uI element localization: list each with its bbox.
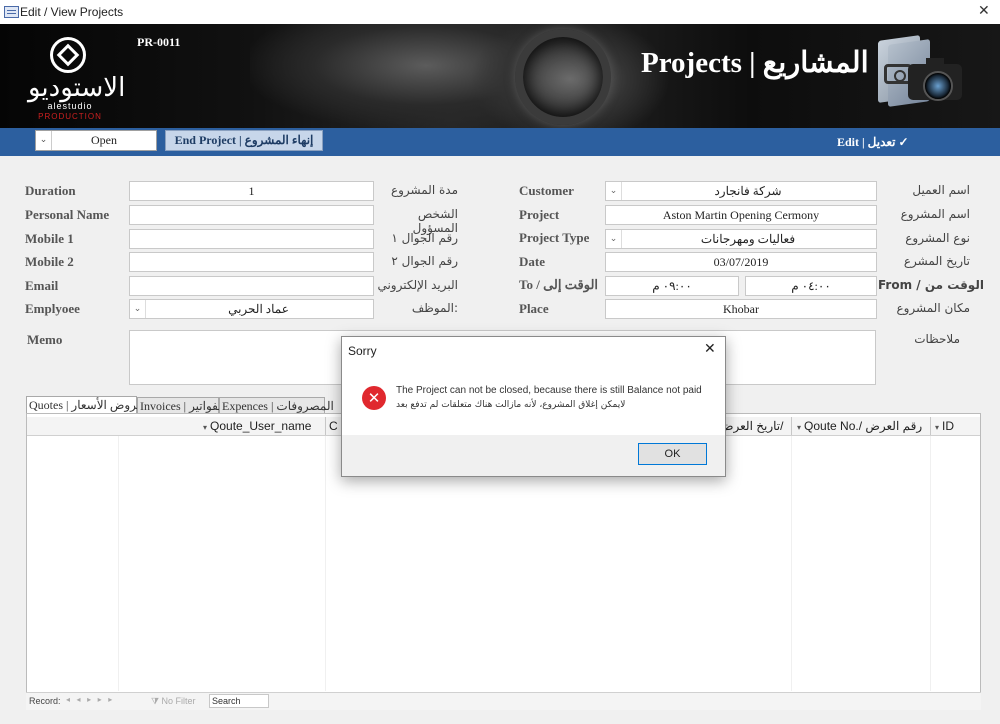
dialog-message-ar: لايمكن إغلاق المشروع، لأنه مازالت هناك م…: [396, 400, 626, 410]
duration-label: Duration: [25, 183, 76, 198]
column-header-quote-date[interactable]: تاريخ العرض/: [719, 417, 783, 435]
search-input[interactable]: Search: [209, 694, 269, 708]
filter-icon: ⧩: [151, 696, 162, 706]
mobile2-input[interactable]: [129, 252, 374, 272]
chevron-down-icon[interactable]: ⌄: [130, 300, 146, 318]
mobile2-label: Mobile 2: [25, 254, 74, 269]
project-type-label-ar: نوع المشروع: [905, 231, 970, 245]
record-navigator: Record: ◂ ◂ ▸ ▸ ▸ ⧩ No Filter Search: [26, 692, 981, 710]
chevron-down-icon[interactable]: ⌄: [606, 230, 622, 248]
company-logo: الاستوديو alestudio PRODUCTION: [28, 37, 126, 121]
personal-name-label: Personal Name: [25, 207, 110, 222]
date-input[interactable]: 03/07/2019: [605, 252, 877, 272]
employee-label: Emplyoee: [25, 301, 80, 316]
employee-label-ar: الموظف:: [411, 301, 458, 315]
customer-combo[interactable]: ⌄ شركة فانجارد: [605, 181, 877, 201]
column-dropdown-icon: ▾: [935, 423, 940, 432]
filter-indicator[interactable]: ⧩ No Filter: [151, 696, 196, 707]
column-header-user[interactable]: ▾ Qoute_User_name: [203, 417, 311, 435]
duration-label-ar: مدة المشروع: [390, 183, 458, 197]
record-nav-arrows[interactable]: ◂ ◂ ▸ ▸ ▸: [66, 695, 114, 704]
memo-label: Memo: [27, 332, 63, 347]
action-toolbar: ⌄ Open End Project | إنهاء المشروع Edit …: [0, 128, 1000, 156]
customer-value: شركة فانجارد: [714, 184, 782, 198]
column-dropdown-icon: ▾: [203, 423, 208, 432]
chevron-down-icon[interactable]: ⌄: [606, 182, 622, 200]
email-label: Email: [25, 278, 59, 293]
date-label-ar: تاريخ المشرع: [903, 254, 970, 268]
status-value: Open: [91, 133, 117, 147]
window-close-icon[interactable]: ✕: [978, 3, 990, 19]
place-label-ar: مكان المشروع: [896, 301, 970, 315]
place-label: Place: [519, 301, 549, 316]
mobile2-label-ar: رقم الجوال ٢: [391, 254, 458, 268]
customer-label-ar: اسم العميل: [912, 183, 970, 197]
employee-combo[interactable]: ⌄ عماد الحربي: [129, 299, 374, 319]
time-to-input[interactable]: ٠٩:٠٠ م: [605, 276, 739, 296]
logo-production-text: PRODUCTION: [38, 112, 102, 121]
chevron-down-icon[interactable]: ⌄: [36, 131, 52, 150]
project-name-input[interactable]: Aston Martin Opening Cermony: [605, 205, 877, 225]
grid-column-line: [325, 436, 326, 691]
banner-lens-graphic: [515, 29, 611, 125]
edit-mode-label: Edit | تعديل ✓: [837, 135, 909, 149]
email-input[interactable]: [129, 276, 374, 296]
dialog-close-icon[interactable]: ✕: [704, 341, 716, 357]
logo-english-text: alestudio: [47, 101, 93, 111]
email-label-ar: البريد الإلكتروني: [377, 278, 458, 292]
project-type-label: Project Type: [519, 230, 590, 245]
project-type-value: فعاليات ومهرجانات: [700, 232, 796, 246]
column-header-c[interactable]: C: [329, 417, 338, 435]
mobile1-label: Mobile 1: [25, 231, 74, 246]
date-label: Date: [519, 254, 545, 269]
error-icon: ✕: [362, 386, 386, 410]
window-title: Edit / View Projects: [20, 5, 124, 19]
customer-label: Customer: [519, 183, 574, 198]
duration-input[interactable]: 1: [129, 181, 374, 201]
page-title: Projects | المشاريع: [641, 47, 869, 79]
tab-invoices[interactable]: Invoices | الفواتير: [137, 397, 225, 413]
logo-arabic-text: الاستوديو: [28, 73, 126, 103]
grid-column-line: [930, 436, 931, 691]
mobile1-label-ar: رقم الجوال ١: [391, 231, 458, 245]
column-header-id[interactable]: ▾ ID: [935, 417, 954, 435]
memo-label-ar: ملاحظات: [914, 332, 960, 346]
camera-icon: [878, 35, 966, 110]
grid-column-line: [118, 436, 119, 691]
place-input[interactable]: Khobar: [605, 299, 877, 319]
time-to-label: To / الوقت إلى: [519, 277, 599, 292]
project-code: PR-0011: [137, 35, 181, 49]
column-header-quote-no[interactable]: ▾ Qoute No./ رقم العرض: [797, 417, 922, 435]
mobile1-input[interactable]: [129, 229, 374, 249]
end-project-button[interactable]: End Project | إنهاء المشروع: [165, 130, 323, 151]
personal-name-input[interactable]: [129, 205, 374, 225]
grid-column-line: [791, 436, 792, 691]
status-dropdown[interactable]: ⌄ Open: [35, 130, 157, 151]
tab-expences[interactable]: Expences | المصروفات: [219, 397, 334, 413]
employee-value: عماد الحربي: [228, 302, 289, 316]
record-label: Record:: [29, 696, 61, 706]
time-from-label: From / الوقت من: [878, 278, 984, 292]
dialog-message-en: The Project can not be closed, because t…: [396, 385, 702, 396]
window-title-bar: Edit / View Projects ✕: [0, 0, 1000, 24]
project-label: Project: [519, 207, 560, 222]
tab-quotes[interactable]: Quotes | عروض الأسعار: [26, 396, 144, 414]
app-icon: [4, 6, 19, 18]
column-dropdown-icon: ▾: [797, 423, 802, 432]
time-from-input[interactable]: ٠٤:٠٠ م: [745, 276, 877, 296]
dialog-title: Sorry: [348, 344, 377, 358]
logo-emblem: [50, 37, 86, 73]
ok-button[interactable]: OK: [638, 443, 707, 465]
project-type-combo[interactable]: ⌄ فعاليات ومهرجانات: [605, 229, 877, 249]
error-dialog: Sorry ✕ ✕ The Project can not be closed,…: [341, 336, 726, 477]
project-label-ar: اسم المشروع: [900, 207, 970, 221]
